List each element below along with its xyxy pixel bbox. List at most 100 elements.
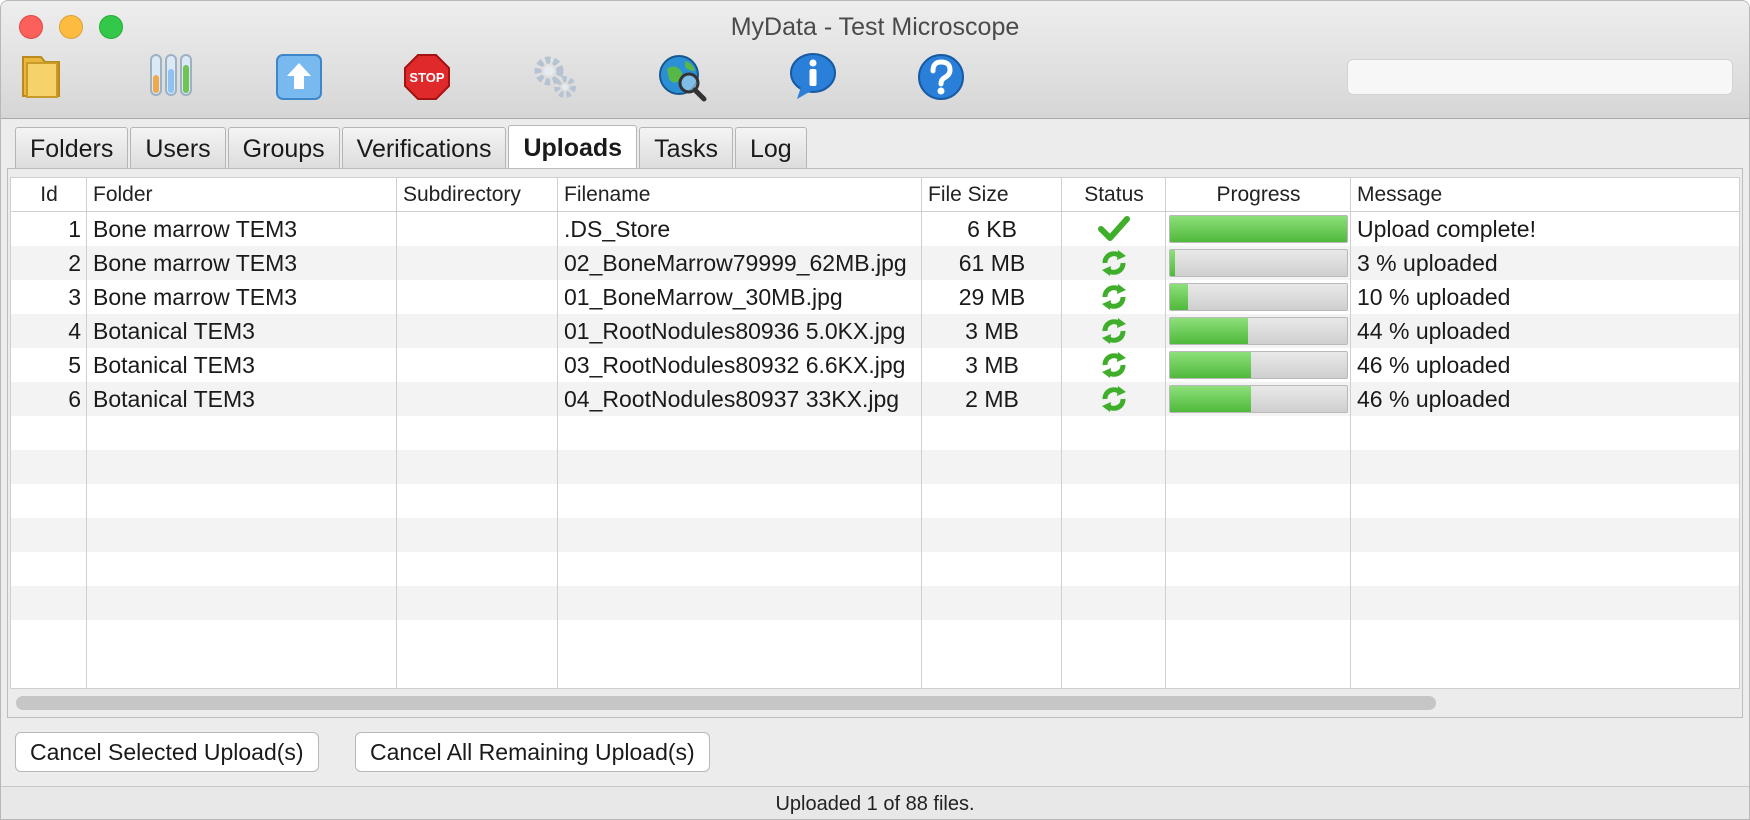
column-divider [1061,178,1062,688]
column-header-filename[interactable]: Filename [558,178,922,212]
progress-fill [1170,318,1248,344]
refresh-icon [1096,350,1132,380]
table-row[interactable]: 6 Botanical TEM3 04_RootNodules80937 33KX.… [11,382,1739,416]
progress-bar [1169,215,1348,243]
tab-uploads[interactable]: Uploads [508,125,638,169]
cell-folder: Botanical TEM3 [93,352,255,378]
cell-size: 61 MB [958,250,1026,276]
cell-filename: 03_RootNodules80932 6.6KX.jpg [564,352,906,378]
table-row[interactable]: 3 Bone marrow TEM3 01_BoneMarrow_30MB.jpg 2… [11,280,1739,314]
cell-filename: 02_BoneMarrow79999_62MB.jpg [564,250,907,276]
tab-log[interactable]: Log [734,127,807,169]
info-bubble-icon[interactable] [785,49,841,105]
tab-folders[interactable]: Folders [15,127,129,169]
empty-row [11,586,1739,620]
cell-folder: Bone marrow TEM3 [93,284,298,310]
empty-row [11,518,1739,552]
cell-filename: 04_RootNodules80937 33KX.jpg [564,386,900,412]
tab-verifications[interactable]: Verifications [341,127,507,169]
uploads-panel: 1 Bone marrow TEM3 .DS_Store 6 KB Upload com… [7,168,1743,718]
status-bar: Uploaded 1 of 88 files. [1,786,1749,819]
table-header: Id Folder Subdirectory Filename File Size Sta… [11,178,1739,212]
cell-size: 3 MB [965,352,1019,378]
cell-filename: 01_RootNodules80936 5.0KX.jpg [564,318,906,344]
empty-row [11,450,1739,484]
cell-message: 46 % uploaded [1357,386,1511,412]
cell-size: 6 KB [967,216,1017,242]
gears-icon[interactable] [527,49,583,105]
cell-subdirectory [397,246,558,280]
tab-bar: Folders Users Groups Verifications Uploads Ta… [15,125,809,169]
empty-row [11,552,1739,586]
cell-message: 10 % uploaded [1357,284,1511,310]
refresh-icon [1096,282,1132,312]
search-input[interactable] [1347,59,1733,95]
column-header-progress[interactable]: Progress [1166,178,1351,212]
progress-fill [1170,284,1188,310]
refresh-icon [1096,316,1132,346]
empty-row [11,484,1739,518]
column-divider [396,178,397,688]
upload-arrow-icon[interactable] [271,49,327,105]
column-divider [557,178,558,688]
cell-folder: Bone marrow TEM3 [93,216,298,242]
cell-folder: Botanical TEM3 [93,386,255,412]
svg-text:STOP: STOP [409,70,444,85]
window-title: MyData - Test Microscope [730,13,1020,41]
column-divider [1165,178,1166,688]
cell-message: 44 % uploaded [1357,318,1511,344]
cell-id: 5 [68,352,81,378]
mydata-window: MyData - Test Microscope STOP Folders Us… [0,0,1750,820]
cell-size: 2 MB [965,386,1019,412]
test-tubes-icon[interactable] [143,49,199,105]
tab-users[interactable]: Users [130,127,226,169]
empty-row [11,620,1739,654]
cell-id: 1 [68,216,81,242]
cell-subdirectory [397,280,558,314]
tab-tasks[interactable]: Tasks [639,127,733,169]
progress-fill [1170,386,1252,412]
progress-bar [1169,317,1348,345]
progress-bar [1169,351,1348,379]
title-toolbar: MyData - Test Microscope STOP [1,1,1749,119]
tab-groups[interactable]: Groups [227,127,340,169]
column-header-message[interactable]: Message [1351,178,1739,212]
cell-id: 3 [68,284,81,310]
cell-filename: .DS_Store [564,216,671,242]
cell-folder: Botanical TEM3 [93,318,255,344]
cell-subdirectory [397,382,558,416]
stop-sign-icon[interactable]: STOP [399,49,455,105]
cell-subdirectory [397,212,558,246]
cancel-selected-uploads-button[interactable]: Cancel Selected Upload(s) [15,732,319,772]
table-row[interactable]: 4 Botanical TEM3 01_RootNodules80936 5.0KX… [11,314,1739,348]
help-icon[interactable] [913,49,969,105]
column-header-folder[interactable]: Folder [87,178,397,212]
progress-bar [1169,385,1348,413]
checkmark-icon [1096,214,1132,244]
cell-folder: Bone marrow TEM3 [93,250,298,276]
column-divider [86,178,87,688]
column-divider [1350,178,1351,688]
column-divider [921,178,922,688]
cell-id: 6 [68,386,81,412]
cell-filename: 01_BoneMarrow_30MB.jpg [564,284,843,310]
cancel-all-uploads-button[interactable]: Cancel All Remaining Upload(s) [355,732,710,772]
table-row[interactable]: 1 Bone marrow TEM3 .DS_Store 6 KB Upload com… [11,212,1739,246]
globe-search-icon[interactable] [655,49,711,105]
open-folder-icon[interactable] [15,49,71,105]
uploads-table[interactable]: 1 Bone marrow TEM3 .DS_Store 6 KB Upload com… [10,177,1740,689]
column-header-status[interactable]: Status [1062,178,1166,212]
cell-message: Upload complete! [1357,216,1536,242]
cell-subdirectory [397,314,558,348]
cell-subdirectory [397,348,558,382]
cell-size: 3 MB [965,318,1019,344]
horizontal-scrollbar[interactable] [16,696,1436,710]
progress-bar [1169,249,1348,277]
column-header-subdirectory[interactable]: Subdirectory [397,178,558,212]
table-row[interactable]: 5 Botanical TEM3 03_RootNodules80932 6.6KX… [11,348,1739,382]
progress-fill [1170,250,1176,276]
column-header-id[interactable]: Id [11,178,87,212]
cell-id: 2 [68,250,81,276]
table-row[interactable]: 2 Bone marrow TEM3 02_BoneMarrow79999_62MB… [11,246,1739,280]
column-header-size[interactable]: File Size [922,178,1062,212]
